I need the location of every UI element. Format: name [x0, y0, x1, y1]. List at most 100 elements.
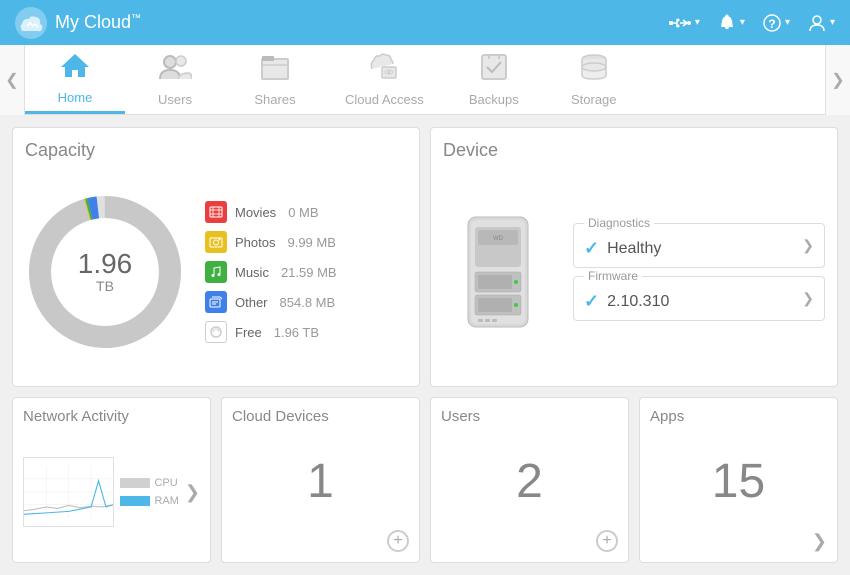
apps-footer: ❯ — [650, 531, 827, 552]
capacity-unit: TB — [78, 278, 133, 294]
nav-item-cloud-access[interactable]: Cloud Access — [325, 45, 444, 114]
cpu-bar — [120, 478, 150, 488]
firmware-arrow-icon[interactable]: ❯ — [802, 290, 814, 307]
diagnostics-label: Diagnostics — [584, 216, 654, 230]
music-icon — [205, 261, 227, 283]
header-left: My Cloud™ — [15, 7, 141, 39]
app-title: My Cloud™ — [55, 12, 141, 33]
user-dropdown-arrow[interactable]: ▾ — [830, 17, 835, 28]
legend-movies: Movies 0 MB — [205, 201, 337, 223]
users-add-button[interactable]: + — [596, 530, 618, 552]
header-right: ▾ ▾ ? ▾ ▾ — [669, 14, 835, 32]
cloud-devices-title: Cloud Devices — [232, 408, 409, 425]
home-icon — [59, 51, 91, 86]
legend-other: Other 854.8 MB — [205, 291, 337, 313]
nav-item-backups[interactable]: Backups — [444, 45, 544, 114]
shares-icon — [260, 53, 290, 88]
capacity-donut: 1.96 TB — [25, 192, 185, 352]
legend-music: Music 21.59 MB — [205, 261, 337, 283]
movies-label: Movies — [235, 205, 276, 220]
bottom-row: Network Activity — [12, 397, 838, 564]
nav-items: Home Users Shares — [25, 45, 825, 114]
capacity-value-center: 1.96 TB — [78, 250, 133, 294]
help-icon-btn[interactable]: ? ▾ — [763, 14, 790, 32]
cloud-devices-add-button[interactable]: + — [387, 530, 409, 552]
firmware-check-icon: ✓ — [584, 291, 599, 312]
backups-icon — [479, 53, 509, 88]
nav-backups-label: Backups — [469, 92, 519, 107]
free-icon — [205, 321, 227, 343]
photos-label: Photos — [235, 235, 275, 250]
svg-text:?: ? — [768, 17, 775, 31]
ram-label: RAM — [154, 495, 178, 507]
nav-item-storage[interactable]: Storage — [544, 45, 644, 114]
firmware-label: Firmware — [584, 269, 642, 283]
apps-card: Apps 15 ❯ — [639, 397, 838, 564]
firmware-content: ✓ 2.10.310 — [584, 291, 669, 312]
usb-icon[interactable]: ▾ — [669, 15, 700, 31]
usb-dropdown-arrow[interactable]: ▾ — [695, 17, 700, 28]
bell-dropdown-arrow[interactable]: ▾ — [740, 17, 745, 28]
movies-icon — [205, 201, 227, 223]
logo-icon — [15, 7, 47, 39]
device-title: Device — [443, 140, 825, 161]
bell-icon-btn[interactable]: ▾ — [718, 14, 745, 32]
apps-arrow-icon[interactable]: ❯ — [812, 531, 827, 552]
free-label: Free — [235, 325, 262, 340]
nav-bar: ❮ Home Users — [0, 45, 850, 115]
nav-item-home[interactable]: Home — [25, 45, 125, 114]
nav-shares-label: Shares — [254, 92, 295, 107]
nav-right-arrow[interactable]: ❯ — [825, 45, 850, 115]
user-icon-btn[interactable]: ▾ — [808, 14, 835, 32]
nav-left-arrow[interactable]: ❮ — [0, 45, 25, 115]
network-arrow-icon[interactable]: ❯ — [185, 482, 200, 503]
diagnostics-value: Healthy — [607, 240, 661, 258]
help-dropdown-arrow[interactable]: ▾ — [785, 17, 790, 28]
apps-card-title: Apps — [650, 408, 827, 425]
device-content: WD Dia — [443, 171, 825, 374]
music-value: 21.59 MB — [281, 265, 337, 280]
nav-cloud-access-label: Cloud Access — [345, 92, 424, 107]
capacity-title: Capacity — [25, 140, 407, 161]
other-label: Other — [235, 295, 268, 310]
cpu-label-item: CPU — [120, 477, 178, 489]
ram-bar — [120, 496, 150, 506]
cloud-access-icon — [366, 53, 402, 88]
network-activity-title: Network Activity — [23, 408, 200, 425]
users-card: Users 2 + — [430, 397, 629, 564]
nav-users-label: Users — [158, 92, 192, 107]
network-content: CPU RAM ❯ — [23, 433, 200, 553]
users-card-title: Users — [441, 408, 618, 425]
svg-text:WD: WD — [493, 236, 504, 242]
diagnostics-panel[interactable]: Diagnostics ✓ Healthy ❯ — [573, 223, 825, 268]
diagnostics-check-icon: ✓ — [584, 238, 599, 259]
ram-label-item: RAM — [120, 495, 178, 507]
photos-value: 9.99 MB — [287, 235, 335, 250]
nav-item-shares[interactable]: Shares — [225, 45, 325, 114]
network-activity-card: Network Activity — [12, 397, 211, 564]
device-image: WD — [443, 207, 553, 337]
apps-count: 15 — [650, 433, 827, 532]
movies-value: 0 MB — [288, 205, 318, 220]
cloud-devices-footer: + — [232, 530, 409, 552]
firmware-panel[interactable]: Firmware ✓ 2.10.310 ❯ — [573, 276, 825, 321]
free-value: 1.96 TB — [274, 325, 319, 340]
legend-photos: Photos 9.99 MB — [205, 231, 337, 253]
device-panels: Diagnostics ✓ Healthy ❯ Firmware ✓ 2.10.… — [573, 223, 825, 321]
diagnostics-content: ✓ Healthy — [584, 238, 661, 259]
users-count: 2 — [441, 433, 618, 531]
capacity-number: 1.96 — [78, 250, 133, 278]
diagnostics-arrow-icon[interactable]: ❯ — [802, 237, 814, 254]
main-content: Capacity 1.96 TB — [0, 115, 850, 575]
legend-free: Free 1.96 TB — [205, 321, 337, 343]
users-icon — [158, 53, 192, 88]
cloud-devices-card: Cloud Devices 1 + — [221, 397, 420, 564]
network-labels: CPU RAM — [120, 477, 178, 507]
nav-item-users[interactable]: Users — [125, 45, 225, 114]
device-card: Device WD — [430, 127, 838, 387]
nav-storage-label: Storage — [571, 92, 617, 107]
storage-icon — [579, 53, 609, 88]
cpu-label: CPU — [154, 477, 177, 489]
nav-home-label: Home — [58, 90, 93, 105]
photos-icon — [205, 231, 227, 253]
